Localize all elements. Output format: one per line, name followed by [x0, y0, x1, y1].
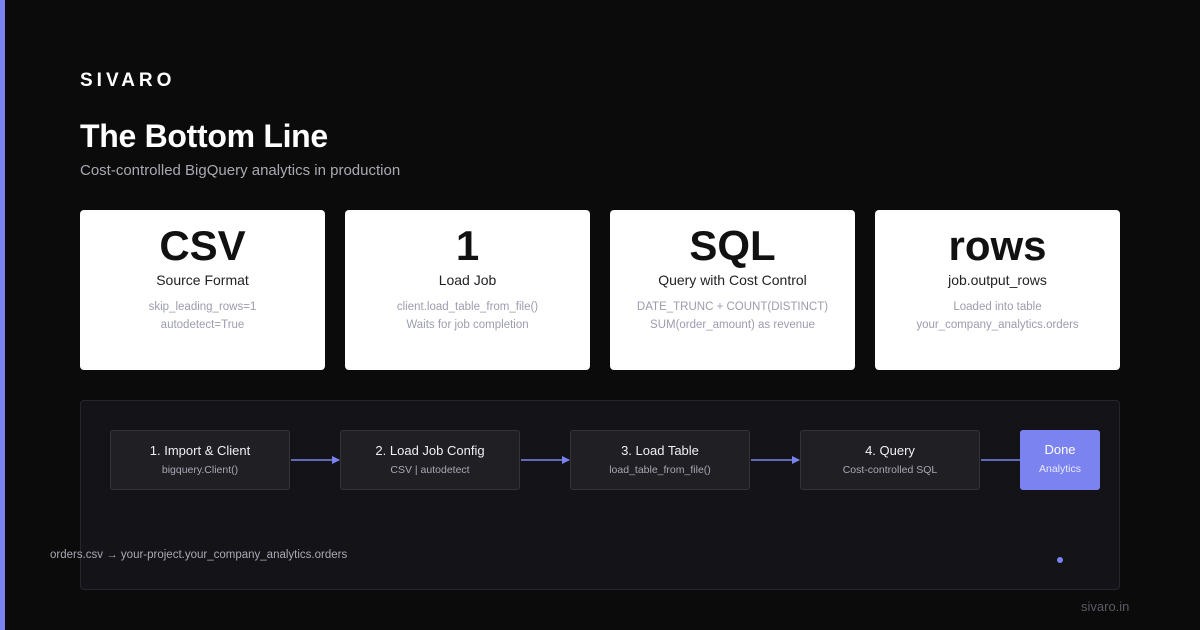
pipeline-step-load-config: 2. Load Job Config CSV | autodetect: [340, 430, 520, 490]
step-title: 4. Query: [865, 443, 915, 458]
step-title: Done: [1044, 442, 1076, 457]
data-path-caption: orders.csv → your-project.your_company_a…: [50, 549, 348, 561]
step-title: 1. Import & Client: [149, 443, 251, 458]
footer-url: sivaro.in: [1081, 599, 1130, 614]
step-title: 2. Load Job Config: [375, 443, 485, 458]
pipeline-step-load-table: 3. Load Table load_table_from_file(): [570, 430, 750, 490]
step-subtitle: CSV | autodetect: [390, 464, 470, 476]
accent-dot: [1057, 557, 1063, 563]
step-subtitle: Cost-controlled SQL: [842, 464, 938, 476]
step-subtitle: bigquery.Client(): [161, 464, 239, 476]
pipeline-step-query: 4. Query Cost-controlled SQL: [800, 430, 980, 490]
step-subtitle: Analytics: [1038, 463, 1081, 475]
pipeline-step-done: Done Analytics: [1020, 430, 1100, 490]
pipeline-arrows: [291, 456, 1020, 464]
step-title: 3. Load Table: [621, 443, 699, 458]
pipeline-step-import: 1. Import & Client bigquery.Client(): [110, 430, 290, 490]
step-subtitle: load_table_from_file(): [609, 464, 711, 476]
